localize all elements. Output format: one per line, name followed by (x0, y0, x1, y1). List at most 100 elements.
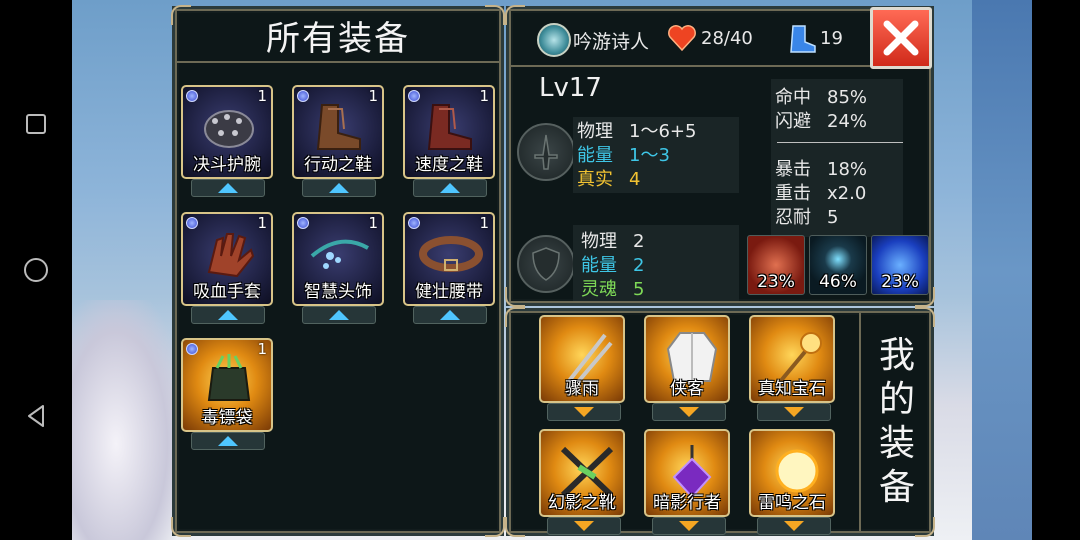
unequip-button[interactable] (757, 403, 831, 421)
spiked-bracer-icon (204, 110, 254, 148)
arrow-down-icon (784, 407, 804, 417)
inventory-item[interactable]: 1 智慧头饰 (292, 212, 384, 324)
stat-value: 1～3 (629, 145, 670, 166)
item-count: 1 (257, 340, 267, 358)
equipped-item[interactable]: 暗影行者 (644, 429, 736, 539)
arrow-up-icon (218, 310, 238, 320)
equipped-item[interactable]: 真知宝石 (749, 315, 841, 425)
item-frame[interactable]: 1 毒镖袋 (181, 338, 273, 432)
stat-label: 忍耐 (775, 207, 811, 228)
secondary-stat-row: 忍耐 5 (775, 203, 838, 229)
equip-button[interactable] (191, 306, 265, 324)
item-frame[interactable]: 1 行动之鞋 (292, 85, 384, 179)
item-count: 1 (368, 87, 378, 105)
arrow-down-icon (784, 521, 804, 531)
stats-divider (777, 142, 903, 143)
equip-button[interactable] (302, 306, 376, 324)
belt-icon (419, 236, 483, 272)
equipped-item[interactable]: 骤雨 (539, 315, 631, 425)
panel-corner-ornament (505, 517, 525, 537)
my-equipment-title: 我 的 装 备 (859, 311, 933, 533)
equip-button[interactable] (191, 179, 265, 197)
panel-corner-ornament (505, 307, 525, 327)
equip-button[interactable] (191, 432, 265, 450)
sparkle-icon: 46% (809, 235, 867, 295)
unequip-button[interactable] (547, 403, 621, 421)
unequip-button[interactable] (652, 403, 726, 421)
bard-class-icon (537, 23, 571, 57)
stat-label: 物理 (581, 231, 617, 252)
item-count: 1 (257, 214, 267, 232)
item-frame[interactable]: 1 健壮腰带 (403, 212, 495, 306)
equip-button[interactable] (413, 179, 487, 197)
equip-button[interactable] (302, 179, 376, 197)
title-char: 装 (878, 423, 915, 464)
item-frame[interactable]: 暗影行者 (644, 429, 730, 517)
stat-label: 灵魂 (581, 279, 617, 300)
item-frame[interactable]: 1 吸血手套 (181, 212, 273, 306)
close-icon (883, 20, 919, 56)
secondary-stat-row: 重击 x2.0 (775, 179, 866, 205)
inventory-item[interactable]: 1 决斗护腕 (181, 85, 273, 197)
blood-fist-icon: 23% (747, 235, 805, 295)
item-frame[interactable]: 真知宝石 (749, 315, 835, 403)
unequip-button[interactable] (547, 517, 621, 535)
inventory-item[interactable]: 1 速度之鞋 (403, 85, 495, 197)
item-count: 1 (368, 214, 378, 232)
glove-icon (207, 233, 255, 278)
item-name: 速度之鞋 (415, 155, 483, 175)
stat-label: 闪避 (775, 111, 811, 132)
inventory-item[interactable]: 1 健壮腰带 (403, 212, 495, 324)
all-equipment-panel: 所有装备 1 决斗护腕 1 行动之鞋 1 速度之鞋 1 吸血手套 1 智慧头饰 … (171, 5, 505, 537)
stat-value: 4 (629, 169, 641, 190)
brain-icon: 23% (871, 235, 929, 295)
item-frame[interactable]: 雷鸣之石 (749, 429, 835, 517)
item-count: 1 (257, 87, 267, 105)
item-frame[interactable]: 1 智慧头饰 (292, 212, 384, 306)
item-frame[interactable]: 1 速度之鞋 (403, 85, 495, 179)
equipped-item[interactable]: 幻影之靴 (539, 429, 631, 539)
stat-value: 2 (633, 255, 645, 276)
inventory-item[interactable]: 1 毒镖袋 (181, 338, 273, 450)
inventory-item[interactable]: 1 行动之鞋 (292, 85, 384, 197)
equipped-item[interactable]: 侠客 (644, 315, 736, 425)
stat-label: 重击 (775, 183, 811, 204)
item-name: 毒镖袋 (201, 408, 253, 428)
attack-stat-row: 物理 1～6+5 (577, 117, 696, 143)
item-name: 幻影之靴 (548, 493, 616, 513)
arrow-down-icon (574, 521, 594, 531)
item-frame[interactable]: 幻影之靴 (539, 429, 625, 517)
background-sky-edge (972, 0, 1032, 540)
arrow-down-icon (679, 407, 699, 417)
secondary-stat-row: 命中 85% (775, 83, 867, 109)
arrow-down-icon (679, 521, 699, 531)
item-frame[interactable]: 骤雨 (539, 315, 625, 403)
equip-button[interactable] (413, 306, 487, 324)
stat-value: 18% (827, 159, 868, 180)
item-frame[interactable]: 侠客 (644, 315, 730, 403)
unequip-button[interactable] (757, 517, 831, 535)
buff-percent: 46% (819, 272, 857, 292)
inventory-item[interactable]: 1 吸血手套 (181, 212, 273, 324)
stat-label: 命中 (775, 87, 811, 108)
defense-stat-row: 物理 2 (581, 227, 644, 253)
unequip-button[interactable] (652, 517, 726, 535)
stat-value: x2.0 (827, 183, 867, 204)
character-level: Lv17 (539, 73, 602, 103)
home-icon[interactable] (18, 252, 54, 288)
arrow-up-icon (218, 436, 238, 446)
heart-icon (668, 25, 696, 52)
buff-percent: 23% (881, 272, 919, 292)
secondary-stat-row: 暴击 18% (775, 155, 867, 181)
recents-icon[interactable] (18, 106, 54, 142)
arrow-up-icon (440, 183, 460, 193)
arrow-up-icon (329, 183, 349, 193)
panel-corner-ornament (505, 287, 525, 307)
arrow-down-icon (574, 407, 594, 417)
item-name: 决斗护腕 (193, 155, 261, 175)
back-icon[interactable] (18, 398, 54, 434)
close-button[interactable] (870, 7, 932, 69)
item-frame[interactable]: 1 决斗护腕 (181, 85, 273, 179)
item-name: 健壮腰带 (415, 282, 483, 302)
equipped-item[interactable]: 雷鸣之石 (749, 429, 841, 539)
